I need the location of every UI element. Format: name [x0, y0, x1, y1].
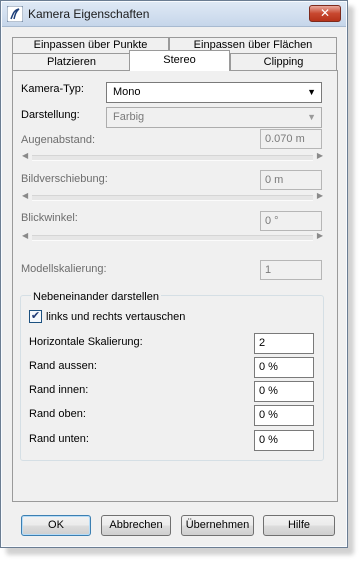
eye-distance-label: Augenabstand:: [21, 134, 96, 146]
eye-distance-slider[interactable]: ◀ ▶: [22, 151, 323, 164]
scroll-left-icon[interactable]: ◀: [22, 191, 28, 200]
dialog-window: Kamera Eigenschaften ✕ Einpassen über Pu…: [0, 0, 348, 548]
top-margin-input[interactable]: 0 %: [254, 405, 314, 426]
bottom-margin-value: 0 %: [259, 434, 278, 446]
image-shift-field[interactable]: 0 m: [260, 170, 322, 190]
image-shift-slider[interactable]: ◀ ▶: [22, 191, 323, 204]
inner-margin-value: 0 %: [259, 385, 278, 397]
slider-track[interactable]: [32, 155, 313, 161]
view-angle-field[interactable]: 0 °: [260, 211, 322, 231]
close-button[interactable]: ✕: [309, 5, 341, 22]
title-bar[interactable]: Kamera Eigenschaften ✕: [2, 2, 346, 27]
view-angle-value: 0 °: [265, 215, 279, 227]
ok-button[interactable]: OK: [21, 515, 91, 536]
camera-type-select[interactable]: Mono ▼: [106, 82, 322, 103]
app-icon: [7, 6, 23, 22]
view-angle-label: Blickwinkel:: [21, 212, 78, 224]
model-scale-value: 1: [265, 264, 272, 276]
inner-margin-label: Rand innen:: [29, 384, 89, 396]
scroll-right-icon[interactable]: ▶: [317, 191, 323, 200]
display-select[interactable]: Farbig ▼: [106, 107, 322, 128]
top-margin-label: Rand oben:: [29, 408, 86, 420]
dropdown-arrow-icon: ▼: [307, 112, 316, 122]
horizontal-scale-value: 2: [259, 337, 266, 349]
scroll-right-icon[interactable]: ▶: [317, 151, 323, 160]
model-scale-field[interactable]: 1: [260, 260, 322, 280]
dropdown-arrow-icon: ▼: [307, 87, 316, 97]
image-shift-value: 0 m: [265, 174, 284, 186]
side-by-side-title: Nebeneinander darstellen: [31, 291, 161, 303]
scroll-left-icon[interactable]: ◀: [22, 151, 28, 160]
bottom-margin-label: Rand unten:: [29, 433, 89, 445]
slider-track[interactable]: [32, 195, 313, 201]
tab-clipping[interactable]: Clipping: [230, 53, 337, 70]
scroll-right-icon[interactable]: ▶: [317, 231, 323, 240]
horizontal-scale-input[interactable]: 2: [254, 333, 314, 354]
cancel-button[interactable]: Abbrechen: [101, 515, 171, 536]
slider-track[interactable]: [32, 235, 313, 241]
outer-margin-value: 0 %: [259, 361, 278, 373]
tab-stereo[interactable]: Stereo: [129, 50, 230, 71]
tab-platzieren[interactable]: Platzieren: [12, 53, 131, 70]
outer-margin-label: Rand aussen:: [29, 360, 97, 372]
camera-type-label: Kamera-Typ:: [21, 83, 84, 95]
camera-type-value: Mono: [113, 86, 141, 98]
display-value: Farbig: [113, 111, 145, 123]
window-title: Kamera Eigenschaften: [28, 7, 150, 21]
eye-distance-value: 0.070 m: [265, 133, 305, 145]
view-angle-slider[interactable]: ◀ ▶: [22, 231, 323, 244]
inner-margin-input[interactable]: 0 %: [254, 381, 314, 402]
top-margin-value: 0 %: [259, 409, 278, 421]
swap-label[interactable]: links und rechts vertauschen: [46, 311, 185, 323]
check-icon: ✔: [30, 310, 41, 322]
model-scale-label: Modellskalierung:: [21, 263, 107, 275]
bottom-margin-input[interactable]: 0 %: [254, 430, 314, 451]
help-button[interactable]: Hilfe: [263, 515, 335, 536]
outer-margin-input[interactable]: 0 %: [254, 357, 314, 378]
scroll-left-icon[interactable]: ◀: [22, 231, 28, 240]
display-label: Darstellung:: [21, 109, 80, 121]
swap-checkbox[interactable]: ✔: [29, 310, 42, 323]
image-shift-label: Bildverschiebung:: [21, 173, 108, 185]
horizontal-scale-label: Horizontale Skalierung:: [29, 336, 143, 348]
eye-distance-field[interactable]: 0.070 m: [260, 129, 322, 149]
apply-button[interactable]: Übernehmen: [181, 515, 254, 536]
